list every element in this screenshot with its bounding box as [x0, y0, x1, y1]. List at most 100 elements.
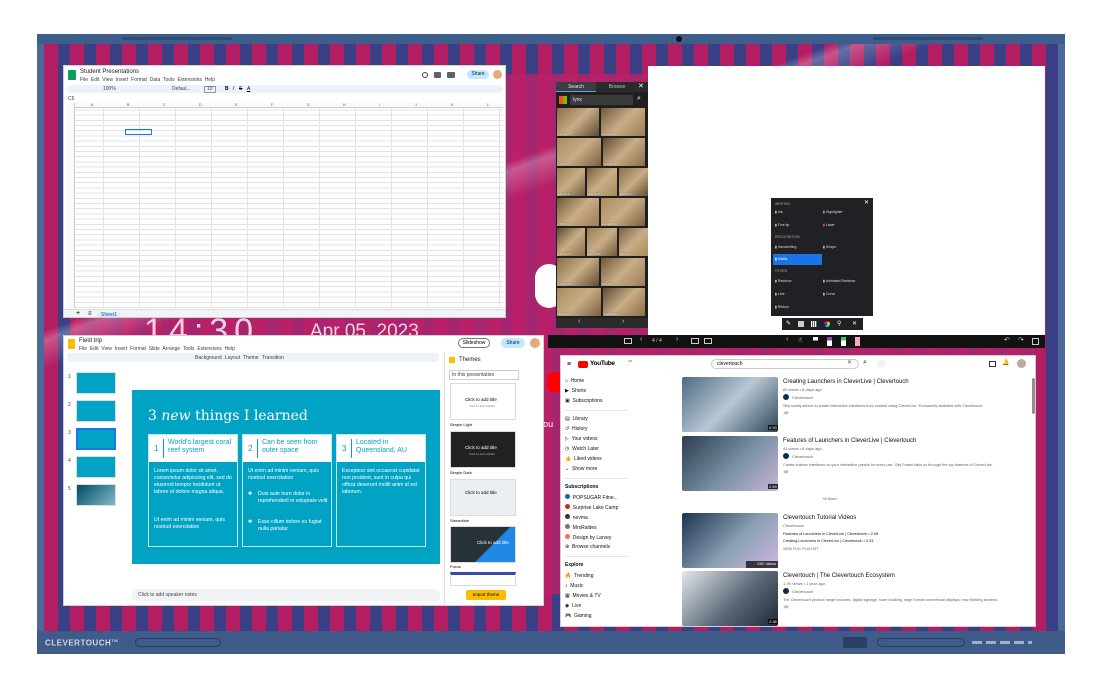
- create-icon[interactable]: [989, 361, 996, 367]
- image-result-tile[interactable]: 728x546: [557, 198, 599, 226]
- sidebar-item-movies[interactable]: ▦ Movies & TV: [565, 593, 601, 599]
- slide-thumbnail[interactable]: [76, 484, 116, 506]
- slide-thumbnail[interactable]: [76, 400, 116, 422]
- sidebar-item-show-more[interactable]: ⌄ Show more: [565, 466, 597, 472]
- more-results-link[interactable]: +8 More: [822, 496, 837, 501]
- slides-menu-insert[interactable]: Insert: [115, 346, 128, 352]
- stroke-width-icon[interactable]: [798, 321, 804, 327]
- hand-pointer-icon[interactable]: ☝: [798, 336, 802, 344]
- video-result[interactable]: 2:49 Features of Launchers in CleverLive…: [682, 436, 1032, 492]
- slides-menu-help[interactable]: Help: [225, 346, 235, 352]
- sidebar-item-gaming[interactable]: 🎮 Gaming: [565, 613, 592, 619]
- next-page-arrow[interactable]: ›: [676, 336, 678, 343]
- sheets-menu-tools[interactable]: Tools: [163, 77, 175, 83]
- prev-page-icon[interactable]: ‹: [578, 318, 580, 325]
- comment-icon[interactable]: [434, 72, 441, 78]
- image-result-tile[interactable]: 1200x800: [587, 228, 617, 256]
- slide-card-1[interactable]: 1 World's largest coral reef system Lore…: [148, 434, 238, 547]
- image-search-input[interactable]: lynx: [570, 95, 633, 105]
- pen-icon[interactable]: ✎: [786, 320, 791, 327]
- clear-search-icon[interactable]: ✕: [847, 359, 852, 366]
- layers-icon[interactable]: [704, 338, 712, 344]
- image-result-tile[interactable]: 800x534: [601, 258, 645, 286]
- sidebar-item-liked-videos[interactable]: 👍 Liked videos: [565, 456, 602, 462]
- slides-menu-extensions[interactable]: Extensions: [197, 346, 221, 352]
- sheets-column-header[interactable]: G: [307, 103, 310, 107]
- theme-card-streamline[interactable]: Click to add title: [450, 479, 516, 516]
- sheets-menu-format[interactable]: Format: [131, 77, 147, 83]
- quick-toolbar-close-icon[interactable]: ✕: [852, 320, 857, 327]
- bezel-touch-bar-right[interactable]: [877, 638, 965, 647]
- themes-filter-select[interactable]: In this presentation: [449, 370, 519, 380]
- slide-title[interactable]: 3 new things I learned: [148, 408, 308, 424]
- pen-shape[interactable]: ▮ Shape: [823, 245, 836, 249]
- prev-page-arrow[interactable]: ‹: [640, 336, 642, 343]
- transition-button[interactable]: Transition: [262, 355, 284, 361]
- video-thumbnail[interactable]: [682, 571, 778, 626]
- meet-icon[interactable]: [447, 72, 455, 78]
- pen-purple-icon[interactable]: [827, 337, 832, 346]
- sheets-grid[interactable]: ABCDEFGHIJKLMN: [67, 103, 503, 308]
- sheets-selected-cell[interactable]: [125, 129, 152, 135]
- slide-canvas[interactable]: 3 new things I learned 1 World's largest…: [132, 390, 440, 564]
- sidebar-item-your-videos[interactable]: ▷ Your videos: [565, 436, 598, 442]
- subscription-item[interactable]: nevma: [565, 514, 588, 521]
- bold-icon[interactable]: B: [225, 86, 229, 92]
- tab-search[interactable]: Search: [556, 82, 596, 92]
- sheets-tab-sheet1[interactable]: Sheet1: [98, 312, 120, 317]
- eyedropper-icon[interactable]: ⚲: [837, 320, 841, 327]
- sheets-column-header[interactable]: E: [235, 103, 237, 107]
- subscription-item[interactable]: POPSUGAR Fitne...: [565, 494, 618, 501]
- channel-avatar[interactable]: [783, 453, 789, 459]
- slides-menu-format[interactable]: Format: [130, 346, 146, 352]
- image-result-tile[interactable]: 640x480: [619, 228, 648, 256]
- youtube-logo-text[interactable]: YouTube: [590, 360, 615, 367]
- pen-fine-tip[interactable]: ▮ Fine tip: [775, 223, 789, 227]
- sheets-share-button[interactable]: Share: [467, 70, 489, 79]
- sidebar-item-live[interactable]: ◉ Live: [565, 603, 581, 609]
- image-result-tile[interactable]: 600x400: [557, 288, 601, 316]
- pen-laser[interactable]: ▮ Laser: [823, 223, 835, 227]
- sidebar-item-home[interactable]: ⌂ Home: [565, 378, 584, 384]
- sheets-column-header[interactable]: J: [415, 103, 417, 107]
- pen-curve[interactable]: ▮ Curve: [823, 292, 835, 296]
- video-title[interactable]: Features of Launchers in CleverLive | Cl…: [783, 438, 916, 444]
- playlist-item[interactable]: Features of Launchers in CleverLive | Cl…: [783, 532, 878, 536]
- sheets-menu-extensions[interactable]: Extensions: [177, 77, 201, 83]
- slide-thumbnail[interactable]: [76, 372, 116, 394]
- tab-browse[interactable]: Browse: [600, 82, 634, 92]
- sheets-column-header[interactable]: F: [271, 103, 273, 107]
- sheets-column-header[interactable]: C: [163, 103, 166, 107]
- menu-icon[interactable]: [1032, 338, 1039, 345]
- slide-card-2[interactable]: 2 Can be seen from outer space Ut enim a…: [242, 434, 332, 547]
- playlist-item[interactable]: Creating Launchers in CleverLive | Cleve…: [783, 539, 873, 543]
- close-icon[interactable]: ✕: [638, 82, 644, 90]
- sheets-zoom-select[interactable]: 100%: [103, 86, 116, 92]
- video-result[interactable]: 2:38 Clevertouch | The Clevertouch Ecosy…: [682, 571, 1032, 626]
- slides-doc-title[interactable]: Field trip: [79, 338, 102, 344]
- slides-menu-edit[interactable]: Edit: [90, 346, 99, 352]
- pen-rainbow[interactable]: ▮ Rainbow: [775, 279, 792, 283]
- pen-animated-rainbow[interactable]: ▮ Animated Rainbow: [823, 279, 855, 283]
- video-result[interactable]: 0:33 Creating Launchers in CleverLive | …: [682, 377, 1032, 433]
- import-theme-button[interactable]: Import theme: [466, 590, 506, 600]
- slide-thumbnail[interactable]: [76, 456, 116, 478]
- italic-icon[interactable]: I: [233, 86, 234, 92]
- view-full-playlist-link[interactable]: VIEW FULL PLAYLIST: [783, 547, 818, 551]
- sidebar-item-library[interactable]: ▤ Library: [565, 416, 588, 422]
- next-page-icon[interactable]: ›: [622, 318, 624, 325]
- redo-icon[interactable]: ↷: [1018, 336, 1024, 344]
- slides-avatar[interactable]: [530, 338, 540, 348]
- video-channel[interactable]: Clevertouch: [792, 395, 813, 400]
- all-sheets-icon[interactable]: ≡: [88, 311, 92, 317]
- hamburger-menu-icon[interactable]: ≡: [567, 361, 571, 368]
- playlist-thumbnail[interactable]: [682, 513, 778, 568]
- eraser-icon[interactable]: [855, 337, 860, 346]
- pen-maths[interactable]: ▮ Maths: [773, 254, 822, 265]
- sheets-name-box[interactable]: C6: [68, 96, 74, 102]
- slide-thumbnail-selected[interactable]: [76, 428, 116, 450]
- video-thumbnail[interactable]: [682, 377, 778, 432]
- youtube-avatar[interactable]: [1017, 359, 1026, 368]
- image-result-tile[interactable]: 720x405: [557, 108, 599, 136]
- image-result-tile[interactable]: 1024x768: [603, 138, 645, 166]
